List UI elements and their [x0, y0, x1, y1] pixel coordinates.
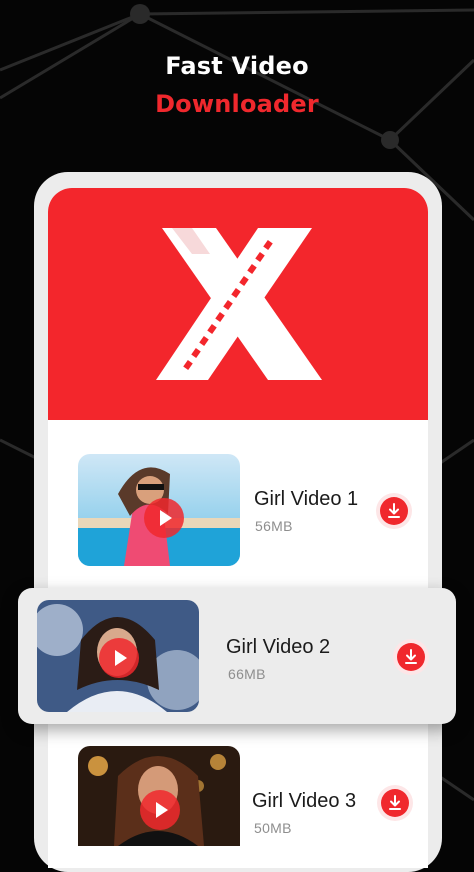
video-size: 66MB — [228, 666, 266, 682]
app-hero-banner — [48, 188, 428, 420]
play-icon — [144, 498, 184, 538]
download-button[interactable] — [397, 643, 425, 671]
download-icon — [405, 649, 417, 664]
download-button[interactable] — [380, 497, 408, 525]
video-thumbnail[interactable] — [78, 746, 240, 846]
play-icon — [140, 790, 180, 830]
download-icon — [388, 503, 400, 518]
video-size: 56MB — [255, 518, 293, 534]
video-title: Girl Video 1 — [254, 488, 359, 510]
video-size: 50MB — [254, 820, 292, 836]
video-thumbnail[interactable] — [78, 454, 240, 566]
video-title: Girl Video 3 — [252, 790, 357, 812]
video-thumbnail[interactable] — [37, 600, 199, 712]
headline-subtitle: Downloader — [155, 90, 319, 118]
play-icon — [99, 638, 139, 678]
video-title: Girl Video 2 — [226, 636, 331, 658]
download-button[interactable] — [381, 789, 409, 817]
headline-title: Fast Video — [165, 52, 309, 80]
app-logo-icon — [156, 228, 322, 380]
download-icon — [389, 795, 401, 810]
